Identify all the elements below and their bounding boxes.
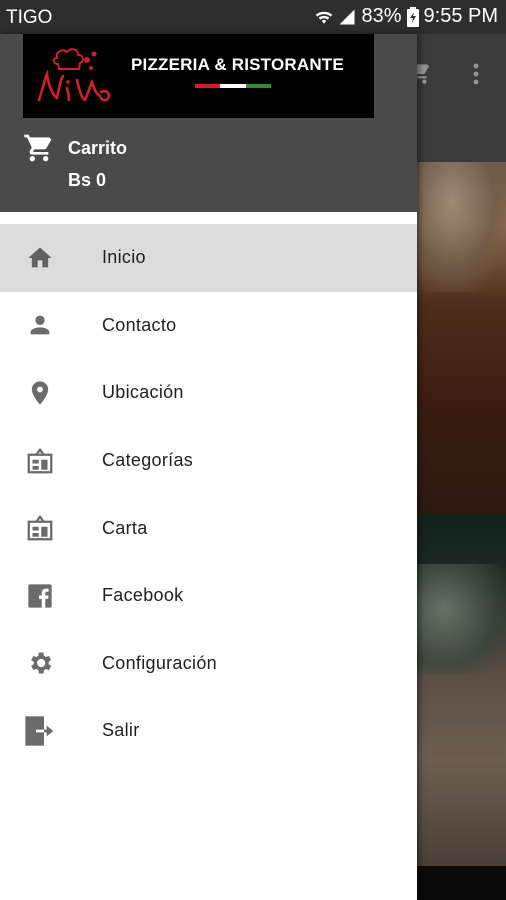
- menu-item-label: Salir: [102, 720, 140, 741]
- status-bar: TIGO 83% 9:55 PM: [0, 0, 506, 34]
- facebook-icon: [24, 580, 56, 612]
- menu-item-inicio[interactable]: Inicio: [0, 224, 417, 292]
- cart-total: Bs 0: [68, 170, 107, 190]
- menu-item-categorias[interactable]: Categorías: [0, 427, 417, 495]
- cart-summary[interactable]: Carrito: [23, 132, 223, 162]
- menu-item-label: Configuración: [102, 652, 217, 673]
- background-food-photo: [417, 514, 506, 866]
- wifi-icon: [315, 8, 333, 26]
- menu-item-label: Inicio: [102, 247, 146, 268]
- person-icon: [24, 309, 56, 341]
- drawer-menu: Inicio Contacto Ubicación Categorías Car…: [0, 224, 417, 765]
- exit-icon: [24, 715, 56, 747]
- menu-item-ubicacion[interactable]: Ubicación: [0, 359, 417, 427]
- menu-item-configuracion[interactable]: Configuración: [0, 630, 417, 698]
- navigation-drawer: PIZZERIA & RISTORANTE Carrito Bs 0 Inici…: [0, 34, 417, 900]
- home-icon: [24, 242, 56, 274]
- status-indicators: 83% 9:55 PM: [315, 5, 498, 28]
- menu-item-carta[interactable]: Carta: [0, 494, 417, 562]
- italian-flag-stripe: [195, 84, 271, 88]
- background-food-photo: [417, 162, 506, 514]
- chef-logo-icon: [37, 48, 111, 102]
- battery-icon: [406, 6, 419, 27]
- gear-icon: [24, 647, 56, 679]
- drawer-header: PIZZERIA & RISTORANTE Carrito Bs 0: [0, 34, 417, 212]
- menu-item-salir[interactable]: Salir: [0, 697, 417, 765]
- background-bottom: [417, 866, 506, 900]
- carrier-name: TIGO: [6, 7, 53, 28]
- menu-item-label: Facebook: [102, 585, 184, 606]
- menu-board-icon: [24, 445, 56, 477]
- menu-board-icon: [24, 512, 56, 544]
- cart-icon: [23, 132, 55, 169]
- menu-item-label: Carta: [102, 517, 148, 538]
- signal-icon: [338, 8, 356, 26]
- menu-item-contacto[interactable]: Contacto: [0, 292, 417, 360]
- battery-percent: 83%: [361, 5, 402, 27]
- menu-item-label: Categorías: [102, 450, 194, 471]
- clock: 9:55 PM: [423, 5, 498, 27]
- logo-text: PIZZERIA & RISTORANTE: [131, 55, 344, 74]
- location-pin-icon: [24, 377, 56, 409]
- overflow-menu-icon[interactable]: [466, 62, 486, 91]
- menu-item-label: Contacto: [102, 314, 177, 335]
- cart-label: Carrito: [68, 138, 128, 158]
- menu-item-facebook[interactable]: Facebook: [0, 562, 417, 630]
- menu-item-label: Ubicación: [102, 382, 184, 403]
- restaurant-logo: PIZZERIA & RISTORANTE: [23, 34, 374, 118]
